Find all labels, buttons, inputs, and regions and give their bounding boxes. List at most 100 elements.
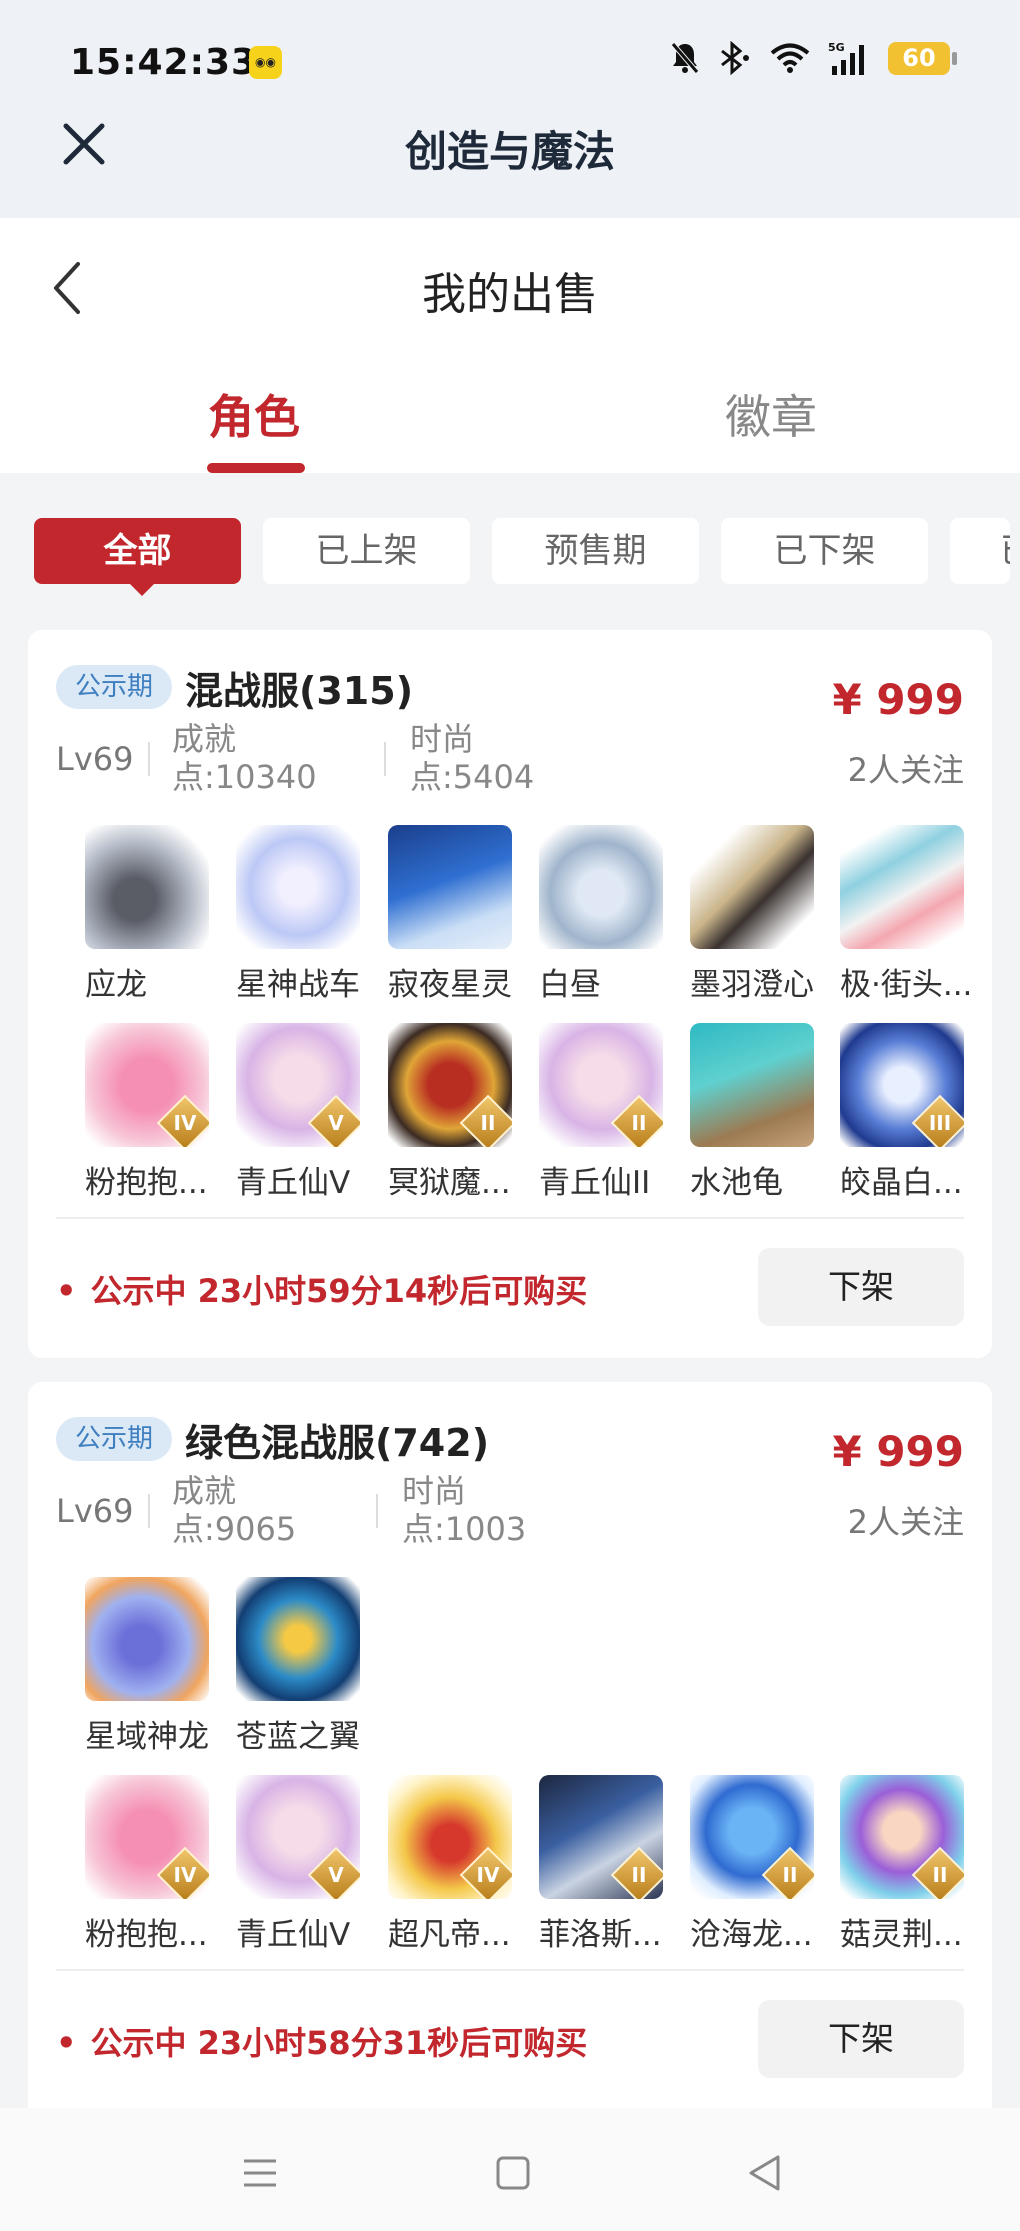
stat-separator xyxy=(148,1494,150,1528)
pet-item[interactable]: II 菇灵荆... xyxy=(840,1775,965,1954)
pet-item[interactable]: II 青丘仙II xyxy=(539,1023,664,1202)
pet-item[interactable]: V 青丘仙V xyxy=(236,1023,361,1202)
pet-thumbnail: IV xyxy=(85,1775,209,1899)
pet-item[interactable]: 水池龟 xyxy=(690,1023,815,1202)
card-divider xyxy=(56,1217,964,1219)
tier-badge: IV xyxy=(459,1846,512,1899)
pet-item[interactable]: II 沧海龙... xyxy=(690,1775,815,1954)
page-title: 我的出售 xyxy=(422,269,598,320)
pet-name: 寂夜星灵 xyxy=(388,967,512,1003)
pet-thumbnail: II xyxy=(840,1775,964,1899)
filter-listed[interactable]: 已上架 xyxy=(263,518,470,584)
fashion-label: 时尚 xyxy=(402,1472,467,1510)
pet-thumbnail: II xyxy=(388,1023,512,1147)
fashion-points: 时尚 点:5404 xyxy=(410,720,534,796)
pet-name: 粉抱抱... xyxy=(85,1165,208,1201)
pet-name: 青丘仙V xyxy=(236,1165,351,1201)
filter-more[interactable]: 已 xyxy=(950,518,1010,584)
server-name: 混战服(315) xyxy=(185,669,414,713)
pet-name: 星域神龙 xyxy=(85,1719,209,1755)
tier-badge: V xyxy=(307,1094,360,1147)
tier-badge: V xyxy=(307,1846,360,1899)
fashion-value: 点:1003 xyxy=(402,1510,527,1548)
fashion-label: 时尚 xyxy=(410,720,475,758)
achievement-points: 成就 点:10340 xyxy=(172,720,317,796)
pet-item[interactable]: 寂夜星灵 xyxy=(388,825,513,1004)
pet-thumbnail xyxy=(236,825,360,949)
pet-name: 皎晶白... xyxy=(840,1165,963,1201)
achievement-points: 成就 点:9065 xyxy=(172,1472,296,1548)
tab-badge[interactable]: 徽章 xyxy=(725,381,817,447)
stat-separator xyxy=(148,742,150,776)
pet-name: 沧海龙... xyxy=(690,1917,813,1953)
pet-thumbnail xyxy=(85,1577,209,1701)
stat-separator xyxy=(376,1494,378,1528)
pet-thumbnail: II xyxy=(539,1775,663,1899)
pet-item[interactable]: IV 超凡帝... xyxy=(388,1775,513,1954)
filter-delisted[interactable]: 已下架 xyxy=(721,518,928,584)
pet-item[interactable]: II 菲洛斯... xyxy=(539,1775,664,1954)
pet-item[interactable]: II 冥狱魔... xyxy=(388,1023,513,1202)
pet-item[interactable]: 星神战车 xyxy=(236,825,361,1004)
pet-name: 应龙 xyxy=(85,967,147,1003)
level: Lv69 xyxy=(56,1492,134,1530)
pet-thumbnail: V xyxy=(236,1775,360,1899)
pet-item[interactable]: 白昼 xyxy=(539,825,664,1004)
pet-item[interactable]: 极·街头... xyxy=(840,825,972,1004)
pet-item[interactable]: 苍蓝之翼 xyxy=(236,1577,361,1756)
level: Lv69 xyxy=(56,740,134,778)
pet-item[interactable]: IV 粉抱抱... xyxy=(85,1775,210,1954)
pet-thumbnail: II xyxy=(690,1775,814,1899)
pet-item[interactable]: III 皎晶白... xyxy=(840,1023,965,1202)
status-filter-bar: 全部 已上架 预售期 已下架 已 xyxy=(34,518,1010,596)
app-notification-icon: ◉◉ xyxy=(249,46,282,79)
price: ¥ 999 xyxy=(832,1427,964,1476)
listing-card[interactable]: 公示期 混战服(315) ¥ 999 2人关注 Lv69 成就 点:10340 … xyxy=(28,630,992,1358)
achievement-value: 点:10340 xyxy=(172,758,317,796)
tier-badge: II xyxy=(911,1846,964,1899)
achievement-label: 成就 xyxy=(172,1472,237,1510)
pet-item[interactable]: IV 粉抱抱... xyxy=(85,1023,210,1202)
system-nav-bar xyxy=(0,2108,1020,2231)
follower-count: 2人关注 xyxy=(847,1503,964,1541)
home-icon[interactable] xyxy=(493,2153,533,2193)
pet-item[interactable]: 星域神龙 xyxy=(85,1577,210,1756)
bluetooth-icon xyxy=(721,41,749,75)
price: ¥ 999 xyxy=(832,675,964,724)
pet-name: 白昼 xyxy=(539,967,601,1003)
filter-all[interactable]: 全部 xyxy=(34,518,241,596)
tier-badge: II xyxy=(610,1846,663,1899)
pet-name: 苍蓝之翼 xyxy=(236,1719,360,1755)
pet-name: 墨羽澄心 xyxy=(690,967,814,1003)
back-icon[interactable] xyxy=(745,2153,785,2193)
card-divider xyxy=(56,1969,964,1971)
listing-card[interactable]: 公示期 绿色混战服(742) ¥ 999 2人关注 Lv69 成就 点:9065… xyxy=(28,1382,992,2122)
pet-thumbnail xyxy=(840,825,964,949)
pet-item[interactable]: 应龙 xyxy=(85,825,210,1004)
wifi-icon xyxy=(770,43,810,73)
pet-thumbnail xyxy=(539,825,663,949)
mute-icon xyxy=(671,42,699,74)
pet-name: 青丘仙II xyxy=(539,1165,651,1201)
achievement-value: 点:9065 xyxy=(172,1510,297,1548)
fashion-points: 时尚 点:1003 xyxy=(402,1472,526,1548)
tab-role[interactable]: 角色 xyxy=(208,381,300,447)
app-title: 创造与魔法 xyxy=(404,127,615,176)
tier-badge: IV xyxy=(156,1846,209,1899)
menu-icon[interactable] xyxy=(240,2153,280,2193)
tab-active-indicator xyxy=(207,463,305,473)
pet-item[interactable]: 墨羽澄心 xyxy=(690,825,815,1004)
pet-thumbnail xyxy=(85,825,209,949)
pet-thumbnail xyxy=(690,825,814,949)
delist-button[interactable]: 下架 xyxy=(758,2000,964,2078)
pet-thumbnail: IV xyxy=(85,1023,209,1147)
pet-thumbnail xyxy=(690,1023,814,1147)
filter-presale[interactable]: 预售期 xyxy=(492,518,699,584)
pet-thumbnail xyxy=(388,825,512,949)
delist-button[interactable]: 下架 xyxy=(758,1248,964,1326)
pet-name: 极·街头... xyxy=(840,967,973,1003)
server-name: 绿色混战服(742) xyxy=(185,1421,490,1465)
countdown-notice: 公示中 23小时58分31秒后可购买 xyxy=(56,2018,587,2064)
pet-name: 水池龟 xyxy=(690,1165,783,1201)
pet-item[interactable]: V 青丘仙V xyxy=(236,1775,361,1954)
